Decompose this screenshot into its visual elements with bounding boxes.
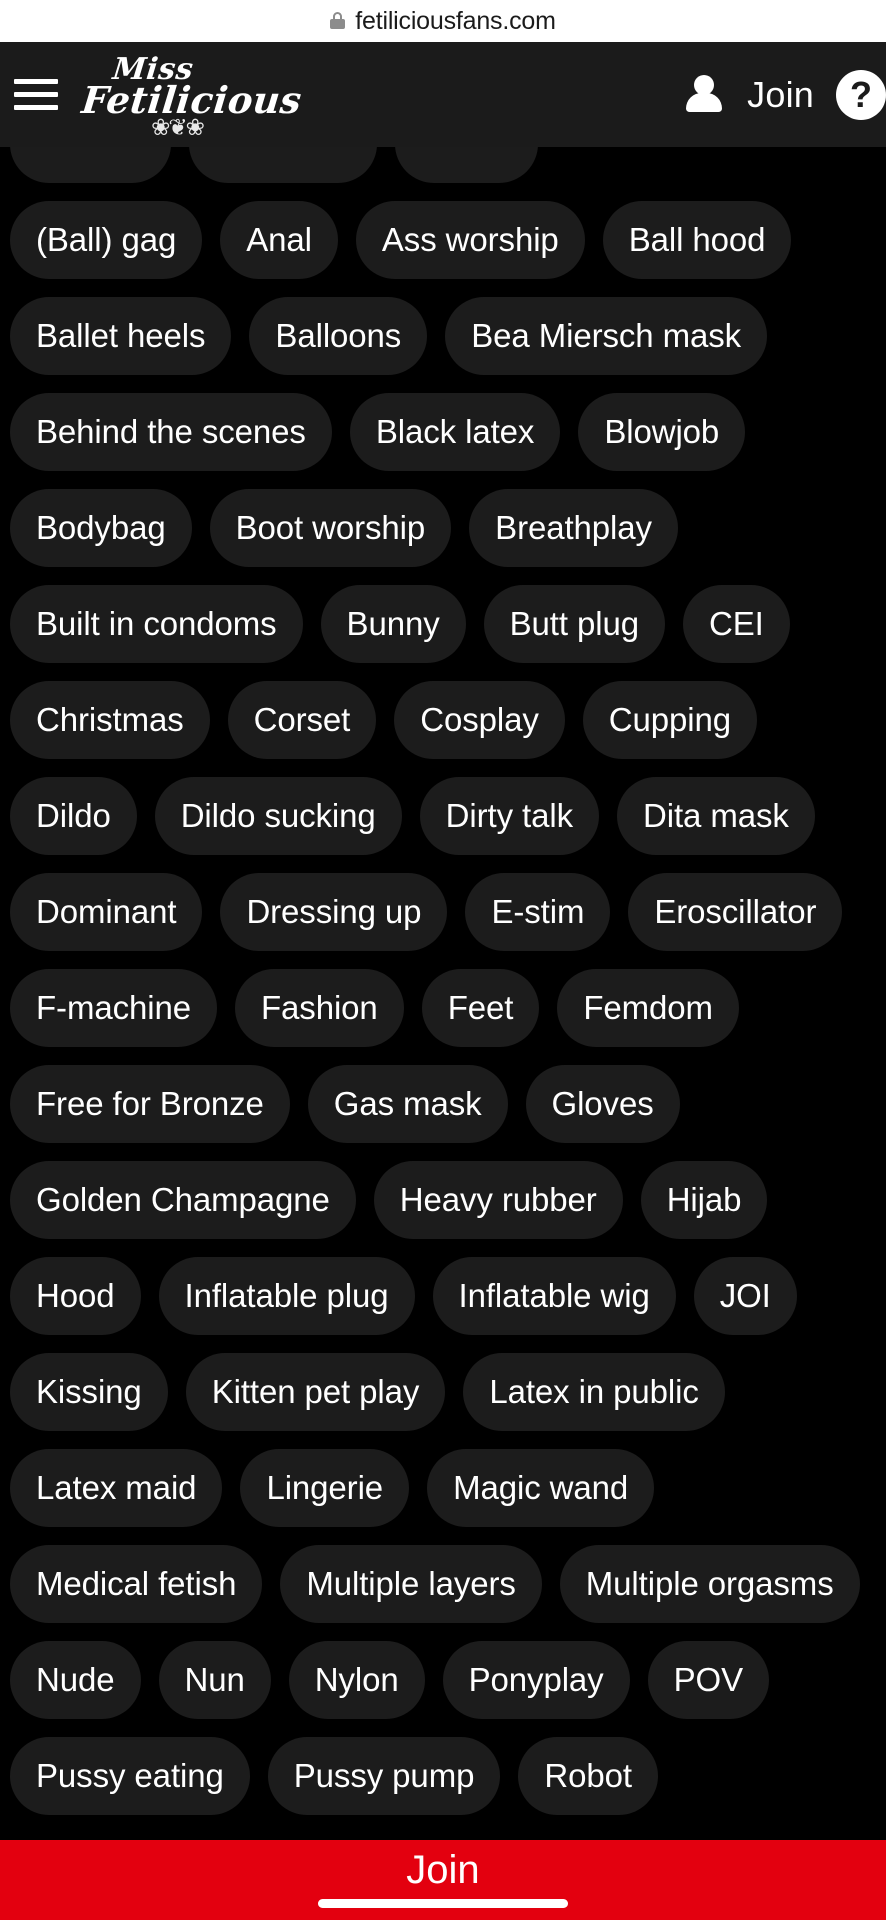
- tag-pill[interactable]: Dominant: [10, 873, 203, 951]
- tag-pill[interactable]: Balloons: [249, 297, 428, 375]
- tag-pill[interactable]: Butt plug: [483, 585, 665, 663]
- tag-row: F-machine Fashion Feet Femdom: [10, 969, 876, 1047]
- tag-pill[interactable]: Boot worship: [209, 489, 452, 567]
- tag-pill[interactable]: Latex maid: [10, 1449, 223, 1527]
- tag-list[interactable]: (Ball) gag Anal Ass worship Ball hood Ballet…: [0, 147, 886, 1920]
- lock-icon: [330, 12, 346, 30]
- tag-pill[interactable]: Inflatable plug: [158, 1257, 415, 1335]
- tag-row: Christmas Corset Cosplay Cupping: [10, 681, 876, 759]
- tag-pill[interactable]: Eroscillator: [628, 873, 843, 951]
- tag-pill[interactable]: Gloves: [525, 1065, 680, 1143]
- tag-pill[interactable]: Cupping: [582, 681, 757, 759]
- tag-pill[interactable]: Heavy rubber: [373, 1161, 623, 1239]
- header-actions: Join ?: [683, 69, 886, 120]
- tag-row: Latex maid Lingerie Magic wand: [10, 1449, 876, 1527]
- site-logo[interactable]: Miss Fetilicious ❀❦❀: [79, 52, 304, 140]
- header-join-button[interactable]: Join: [747, 74, 814, 116]
- tag-pill[interactable]: Free for Bronze: [10, 1065, 290, 1143]
- tag-pill[interactable]: [188, 147, 377, 183]
- tag-pill[interactable]: Black latex: [349, 393, 561, 471]
- tag-row: Dominant Dressing up E-stim Eroscillator: [10, 873, 876, 951]
- tag-pill[interactable]: Blowjob: [578, 393, 746, 471]
- site-header: Miss Fetilicious ❀❦❀ Join ?: [0, 42, 886, 147]
- tag-pill[interactable]: Nude: [10, 1641, 141, 1719]
- tag-pill[interactable]: Ballet heels: [10, 297, 232, 375]
- home-indicator: [318, 1899, 568, 1908]
- tag-pill[interactable]: Golden Champagne: [10, 1161, 356, 1239]
- tag-pill[interactable]: Dildo: [10, 777, 137, 855]
- tag-pill[interactable]: Bunny: [320, 585, 466, 663]
- phone-screen: fetiliciousfans.com Miss Fetilicious ❀❦❀…: [0, 0, 886, 1920]
- tag-pill[interactable]: Latex in public: [463, 1353, 725, 1431]
- tag-pill[interactable]: Femdom: [557, 969, 739, 1047]
- tag-pill[interactable]: Breathplay: [469, 489, 678, 567]
- tag-pill[interactable]: Behind the scenes: [10, 393, 332, 471]
- tag-pill[interactable]: Hood: [10, 1257, 141, 1335]
- tag-pill[interactable]: Christmas: [10, 681, 210, 759]
- tag-pill[interactable]: Kitten pet play: [185, 1353, 446, 1431]
- tag-row: Free for Bronze Gas mask Gloves: [10, 1065, 876, 1143]
- tag-row: Behind the scenes Black latex Blowjob: [10, 393, 876, 471]
- tag-row: Kissing Kitten pet play Latex in public: [10, 1353, 876, 1431]
- tag-pill[interactable]: Ball hood: [602, 201, 792, 279]
- browser-url-bar[interactable]: fetiliciousfans.com: [0, 0, 886, 42]
- tag-row: Nude Nun Nylon Ponyplay POV: [10, 1641, 876, 1719]
- url-text: fetiliciousfans.com: [355, 6, 556, 35]
- tag-pill[interactable]: Ponyplay: [442, 1641, 630, 1719]
- tag-pill[interactable]: Hijab: [640, 1161, 768, 1239]
- help-question-icon[interactable]: ?: [836, 69, 886, 120]
- tag-row: Dildo Dildo sucking Dirty talk Dita mask: [10, 777, 876, 855]
- tag-row: Bodybag Boot worship Breathplay: [10, 489, 876, 567]
- tag-pill[interactable]: Anal: [220, 201, 338, 279]
- tag-pill[interactable]: Multiple orgasms: [559, 1545, 860, 1623]
- tag-pill[interactable]: Inflatable wig: [432, 1257, 676, 1335]
- tag-row: Hood Inflatable plug Inflatable wig JOI: [10, 1257, 876, 1335]
- tag-pill[interactable]: Dirty talk: [419, 777, 600, 855]
- tag-row: Pussy eating Pussy pump Robot: [10, 1737, 876, 1815]
- tag-pill[interactable]: Magic wand: [427, 1449, 655, 1527]
- tag-pill[interactable]: Bea Miersch mask: [445, 297, 768, 375]
- logo-line-2: Fetilicious: [79, 78, 304, 122]
- tag-pill[interactable]: (Ball) gag: [10, 201, 203, 279]
- tag-pill[interactable]: [394, 147, 538, 183]
- tag-row: Medical fetish Multiple layers Multiple or…: [10, 1545, 876, 1623]
- tag-pill[interactable]: [10, 147, 171, 183]
- tag-pill[interactable]: Kissing: [10, 1353, 168, 1431]
- tag-pill[interactable]: Ass worship: [355, 201, 585, 279]
- tag-row: (Ball) gag Anal Ass worship Ball hood: [10, 201, 876, 279]
- bottom-join-button[interactable]: Join: [0, 1840, 886, 1920]
- tag-pill[interactable]: E-stim: [465, 873, 611, 951]
- tag-pill[interactable]: Pussy pump: [267, 1737, 501, 1815]
- tag-pill[interactable]: Gas mask: [307, 1065, 508, 1143]
- tag-pill[interactable]: Lingerie: [240, 1449, 410, 1527]
- tag-pill[interactable]: Dressing up: [220, 873, 448, 951]
- tag-row: Built in condoms Bunny Butt plug CEI: [10, 585, 876, 663]
- tag-row: [10, 147, 876, 183]
- tag-pill[interactable]: Dildo sucking: [154, 777, 402, 855]
- tag-pill[interactable]: Nylon: [288, 1641, 425, 1719]
- tag-pill[interactable]: Built in condoms: [10, 585, 303, 663]
- tag-pill[interactable]: POV: [647, 1641, 769, 1719]
- tag-pill[interactable]: Fashion: [234, 969, 404, 1047]
- tag-row: Ballet heels Balloons Bea Miersch mask: [10, 297, 876, 375]
- tag-pill[interactable]: Robot: [518, 1737, 658, 1815]
- tag-pill[interactable]: Corset: [227, 681, 377, 759]
- tag-pill[interactable]: Multiple layers: [280, 1545, 542, 1623]
- tag-pill[interactable]: Nun: [158, 1641, 271, 1719]
- person-icon[interactable]: [683, 73, 725, 117]
- tag-pill[interactable]: Cosplay: [394, 681, 565, 759]
- tag-pill[interactable]: CEI: [682, 585, 790, 663]
- tag-pill[interactable]: F-machine: [10, 969, 217, 1047]
- tag-pill[interactable]: Pussy eating: [10, 1737, 250, 1815]
- tag-pill[interactable]: Bodybag: [10, 489, 192, 567]
- tag-row: Golden Champagne Heavy rubber Hijab: [10, 1161, 876, 1239]
- logo-flourish-ornament: ❀❦❀: [151, 114, 205, 140]
- tag-pill[interactable]: Dita mask: [617, 777, 815, 855]
- bottom-join-label: Join: [406, 1848, 480, 1892]
- tag-pill[interactable]: Medical fetish: [10, 1545, 263, 1623]
- tag-pill[interactable]: JOI: [693, 1257, 797, 1335]
- tag-pill[interactable]: Feet: [421, 969, 540, 1047]
